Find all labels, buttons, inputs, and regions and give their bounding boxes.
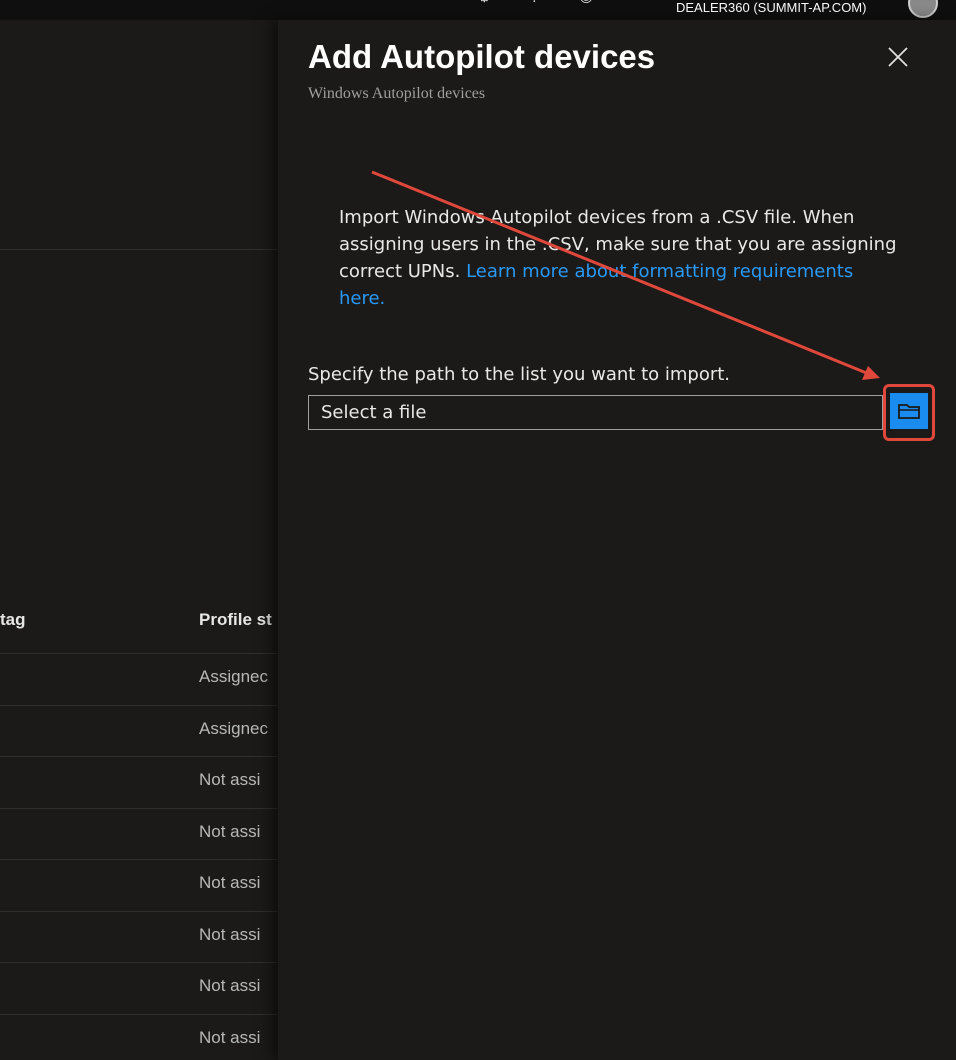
- table-row[interactable]: Assignec: [0, 704, 278, 757]
- folder-icon: [898, 404, 920, 419]
- close-icon-glyph: [888, 47, 908, 67]
- device-table: Assignec Assignec Not assi Not assi Not …: [0, 653, 278, 1060]
- table-row[interactable]: Not assi: [0, 962, 278, 1014]
- avatar[interactable]: [908, 0, 938, 18]
- table-row[interactable]: Not assi: [0, 807, 278, 860]
- profile-status-cell: Not assi: [199, 976, 261, 995]
- add-autopilot-devices-panel: Add Autopilot devices Windows Autopilot …: [278, 20, 956, 1060]
- profile-status-cell: Not assi: [199, 770, 261, 789]
- header-icons[interactable]: ⚙ ? ☺: [478, 0, 611, 6]
- table-row[interactable]: Not assi: [0, 756, 278, 808]
- profile-status-cell: Assignec: [199, 667, 268, 686]
- profile-status-cell: Assignec: [199, 718, 268, 738]
- profile-status-cell: Not assi: [199, 821, 261, 841]
- browse-highlight: [883, 384, 935, 441]
- table-row[interactable]: Not assi: [0, 1013, 278, 1060]
- profile-status-cell: Not assi: [199, 1027, 261, 1047]
- column-header-profile-status[interactable]: Profile st: [199, 610, 272, 630]
- panel-title: Add Autopilot devices: [308, 38, 656, 75]
- tenant-name[interactable]: DEALER360 (SUMMIT-AP.COM): [676, 0, 866, 15]
- table-row[interactable]: Assignec: [0, 653, 278, 705]
- table-row[interactable]: Not assi: [0, 910, 278, 963]
- browse-file-button[interactable]: [890, 393, 928, 429]
- column-header-tag[interactable]: tag: [0, 610, 26, 630]
- table-row[interactable]: Not assi: [0, 859, 278, 911]
- profile-status-cell: Not assi: [199, 924, 261, 944]
- panel-subtitle: Windows Autopilot devices: [308, 85, 486, 102]
- profile-status-cell: Not assi: [199, 873, 261, 892]
- close-icon[interactable]: [880, 42, 916, 78]
- background-page: tag Profile st Assignec Assignec Not ass…: [0, 20, 278, 1060]
- import-description: Import Windows Autopilot devices from a …: [339, 204, 899, 312]
- path-label: Specify the path to the list you want to…: [308, 364, 731, 385]
- file-path-input[interactable]: [308, 395, 883, 430]
- divider: [0, 249, 278, 250]
- top-bar: ⚙ ? ☺ DEALER360 (SUMMIT-AP.COM): [0, 0, 956, 20]
